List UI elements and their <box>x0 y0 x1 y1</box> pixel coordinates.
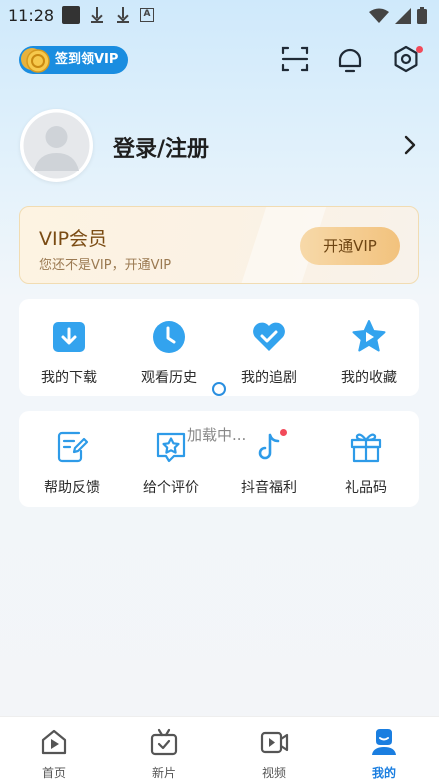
login-register-link[interactable]: 登录/注册 <box>113 131 209 163</box>
open-vip-button[interactable]: 开通VIP <box>300 227 400 265</box>
vip-title: VIP会员 <box>39 228 108 250</box>
nav-item-mine[interactable]: 我的 <box>354 727 414 781</box>
scan-icon[interactable] <box>280 44 310 74</box>
video-icon <box>260 731 289 754</box>
download-icon <box>53 322 85 352</box>
profile-icon <box>372 729 396 755</box>
loading-spinner <box>212 382 226 396</box>
chevron-right-icon[interactable] <box>399 134 421 156</box>
nav-item-new[interactable]: 新片 <box>134 727 194 781</box>
grid-item-following[interactable]: 我的追剧 <box>219 319 319 387</box>
grid-item-label: 抖音福利 <box>241 480 297 496</box>
bottom-nav: 首页 新片 视频 我的 <box>0 716 439 782</box>
signin-vip-button[interactable]: 签到领VIP <box>19 46 129 74</box>
grid-item-label: 我的下载 <box>41 370 97 386</box>
wifi-icon <box>369 8 389 23</box>
nav-item-home[interactable]: 首页 <box>24 727 84 781</box>
nav-item-video[interactable]: 视频 <box>244 727 304 781</box>
star-icon <box>352 320 386 352</box>
clock-icon <box>153 321 185 353</box>
douyin-notification-dot <box>280 429 287 436</box>
gift-icon <box>350 433 382 463</box>
home-play-icon <box>41 729 67 755</box>
grid-item-label: 帮助反馈 <box>44 480 100 496</box>
signal-icon <box>395 7 411 24</box>
grid-item-label: 观看历史 <box>141 370 197 386</box>
grid-item-gift-code[interactable]: 礼品码 <box>316 429 416 497</box>
download-notification-icon-2 <box>114 6 132 24</box>
grid-item-favorites[interactable]: 我的收藏 <box>319 319 419 387</box>
grid-item-label: 给个评价 <box>143 480 199 496</box>
tv-icon <box>150 728 178 756</box>
grid-item-label: 我的收藏 <box>341 370 397 386</box>
coin-icon <box>21 48 50 73</box>
settings-notification-dot <box>416 46 423 53</box>
nav-label: 我的 <box>371 766 396 780</box>
grid-item-label: 礼品码 <box>345 480 387 496</box>
nav-label: 新片 <box>151 766 176 780</box>
vip-card[interactable]: VIP会员 您还不是VIP，开通VIP 开通VIP <box>19 206 419 284</box>
heart-check-icon <box>253 322 285 351</box>
grid-item-label: 我的追剧 <box>241 370 297 386</box>
avatar[interactable] <box>20 109 93 182</box>
battery-icon <box>417 7 427 24</box>
nav-label: 视频 <box>261 766 286 780</box>
message-icon[interactable] <box>335 44 365 74</box>
grid-item-download[interactable]: 我的下载 <box>19 319 119 387</box>
settings-button[interactable] <box>391 44 423 74</box>
rate-icon <box>156 432 186 463</box>
app-notification-icon <box>62 6 80 24</box>
signin-vip-label: 签到领VIP <box>55 52 119 67</box>
grid-item-history[interactable]: 观看历史 <box>119 319 219 387</box>
default-avatar-icon <box>23 112 90 179</box>
status-time: 11:28 <box>8 6 55 25</box>
status-bar: 11:28 A <box>0 0 439 30</box>
vip-subtitle: 您还不是VIP，开通VIP <box>39 258 172 273</box>
nav-label: 首页 <box>41 766 66 780</box>
a-notification-icon: A <box>140 8 154 22</box>
feedback-icon <box>57 431 89 463</box>
download-notification-icon <box>88 6 106 24</box>
loading-text: 加载中... <box>187 426 247 444</box>
grid-item-feedback[interactable]: 帮助反馈 <box>22 429 122 497</box>
